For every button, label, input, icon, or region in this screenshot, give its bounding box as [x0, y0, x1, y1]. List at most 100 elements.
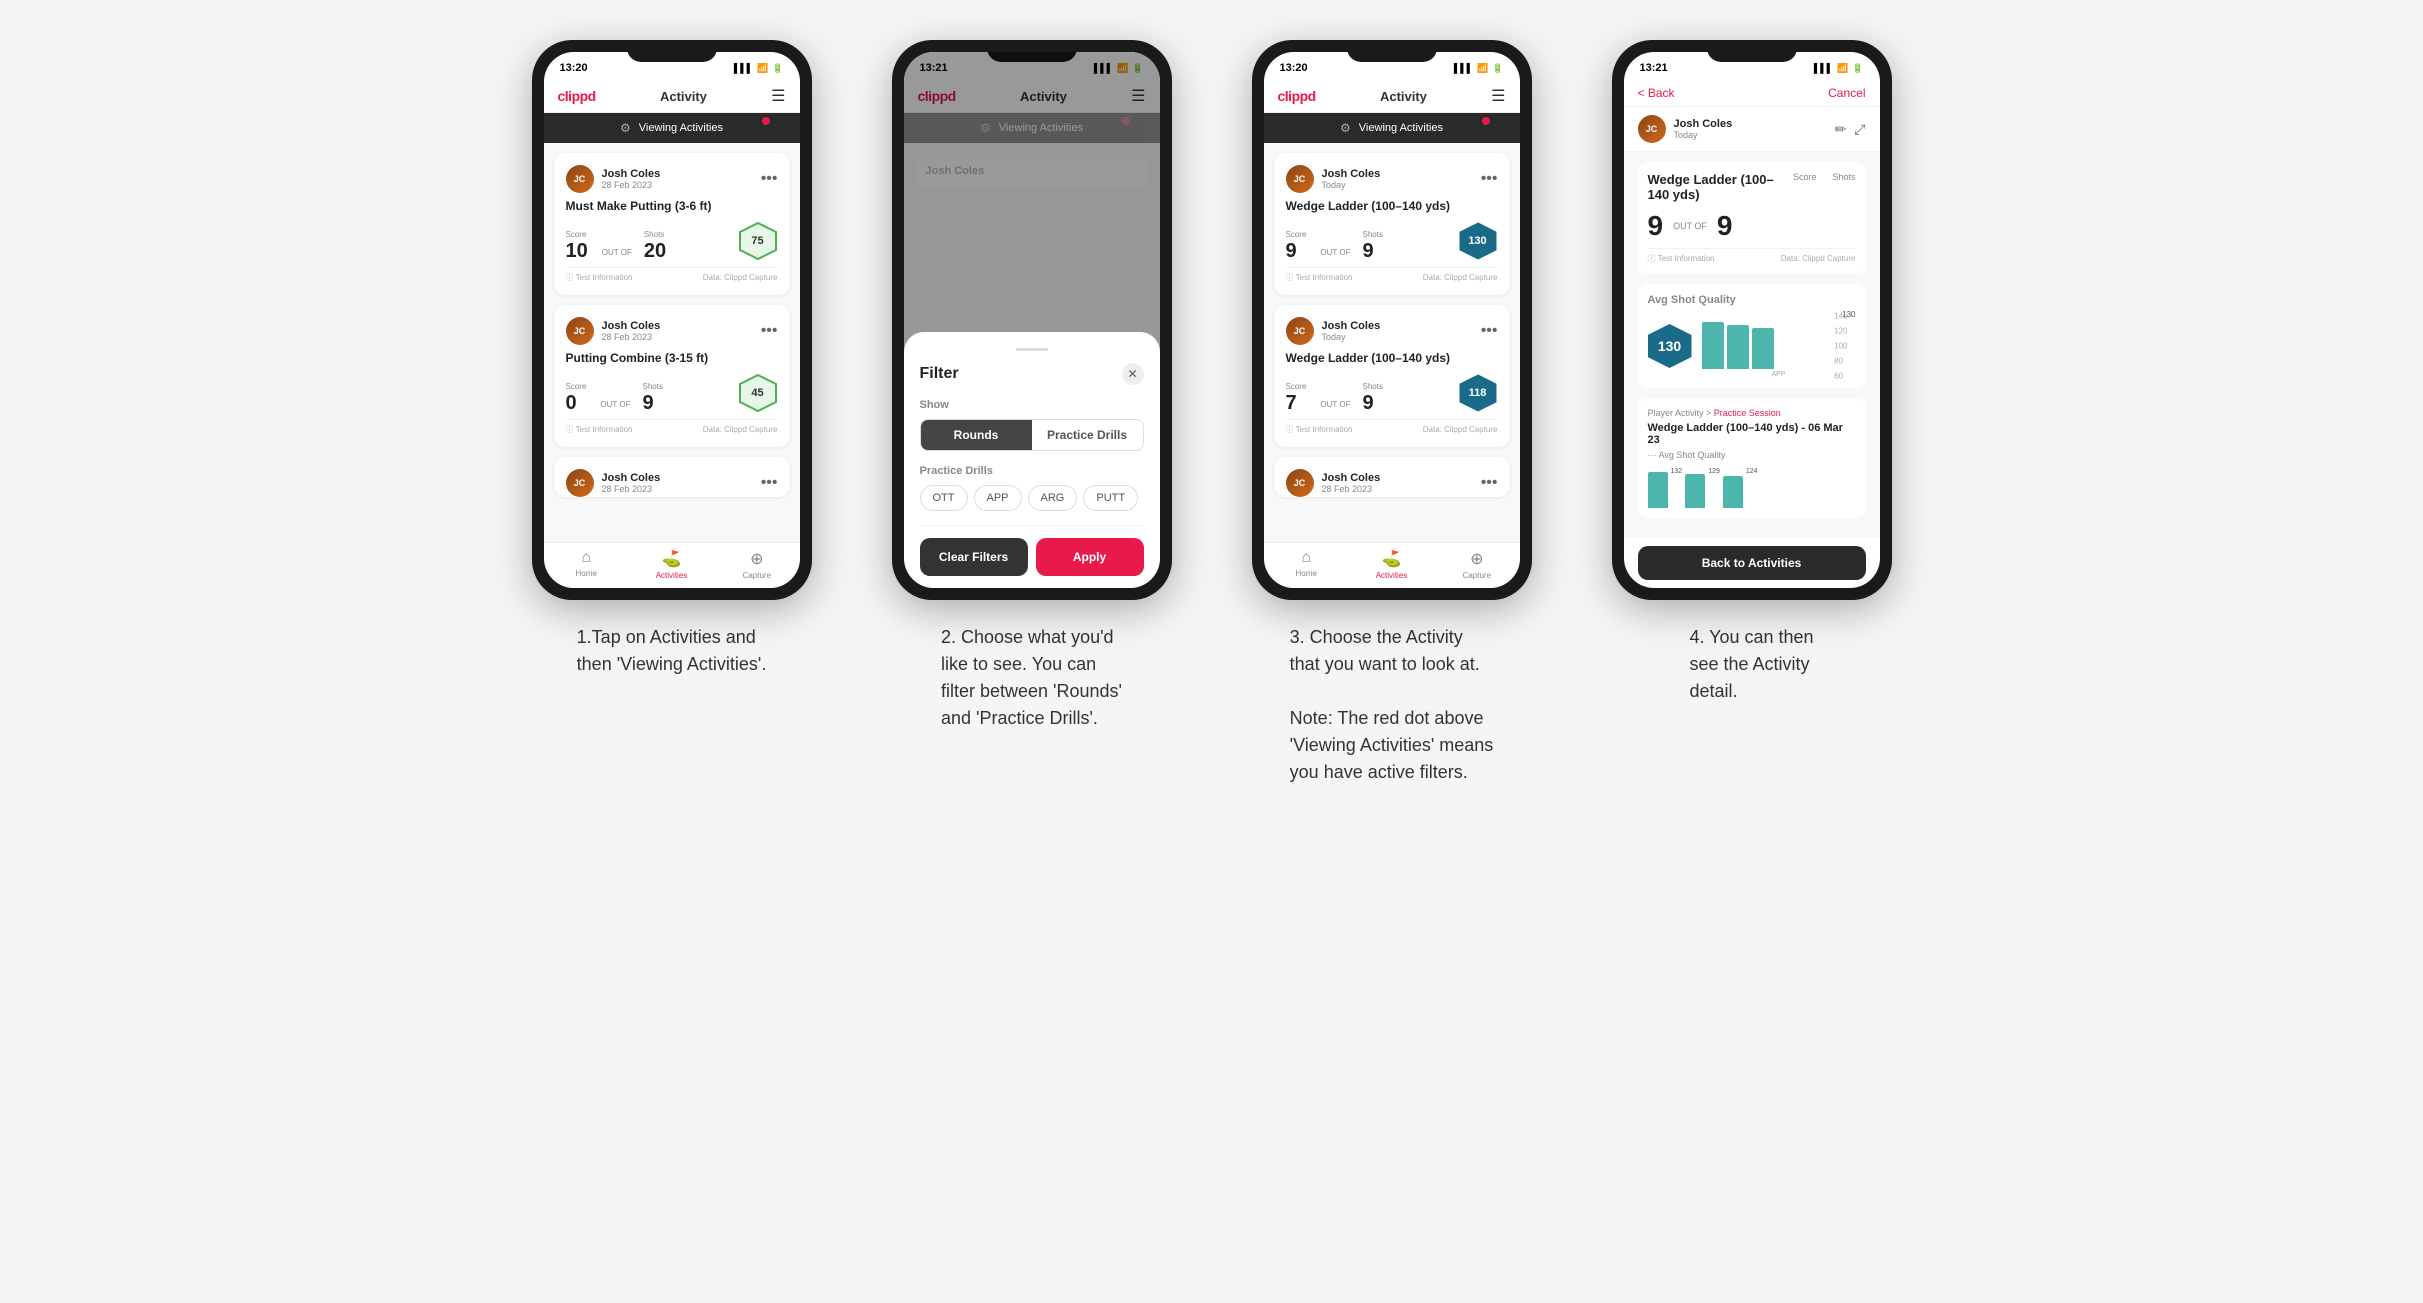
rounds-btn[interactable]: Rounds	[921, 420, 1032, 450]
activity-card-3-1[interactable]: JC Josh Coles Today ••• Wedge Ladder (10…	[1274, 153, 1510, 295]
status-icons-3: ▌▌▌ 📶 🔋	[1454, 63, 1504, 74]
y-label-140: 140	[1834, 312, 1847, 321]
activity-title-1-1: Must Make Putting (3-6 ft)	[566, 199, 778, 213]
phone-notch-3	[1347, 40, 1437, 62]
detail-score-row-4: 9 OUT OF 9	[1648, 210, 1856, 242]
mini-bar-2-4	[1685, 474, 1705, 508]
app-logo-3: clippd	[1278, 88, 1316, 104]
footer-left-1-1: ⓘ Test Information	[566, 272, 633, 283]
shot-quality-1-1: 75	[738, 221, 778, 261]
menu-icon-3[interactable]: ☰	[1491, 86, 1505, 106]
mini-bar-3-4	[1723, 476, 1743, 508]
avatar-name-3-1: JC Josh Coles Today	[1286, 165, 1381, 193]
practice-drills-btn[interactable]: Practice Drills	[1032, 420, 1143, 450]
description-2: 2. Choose what you'dlike to see. You can…	[941, 624, 1122, 732]
user-date-3-2: Today	[1322, 332, 1381, 342]
detail-title-4: Wedge Ladder (100–140 yds)	[1648, 172, 1793, 202]
nav-capture-1[interactable]: ⊕ Capture	[714, 549, 799, 580]
activity-card-1-3[interactable]: JC Josh Coles 28 Feb 2023 •••	[554, 457, 790, 497]
modal-close-btn[interactable]: ✕	[1122, 363, 1144, 385]
nav-home-1[interactable]: ⌂ Home	[544, 549, 629, 580]
back-btn-4[interactable]: < Back	[1638, 86, 1675, 100]
detail-content-4[interactable]: Wedge Ladder (100–140 yds) Score Shots 9…	[1624, 152, 1880, 538]
nav-home-3[interactable]: ⌂ Home	[1264, 549, 1349, 580]
filter-bar-3[interactable]: ⚙ Viewing Activities	[1264, 113, 1520, 143]
filter-modal-overlay[interactable]: Filter ✕ Show Rounds Practice Drills Pra…	[904, 52, 1160, 588]
menu-icon-1[interactable]: ☰	[771, 86, 785, 106]
wifi-icon-4: 📶	[1837, 63, 1848, 74]
status-time-3: 13:20	[1280, 62, 1308, 74]
score-value-1-1: 10	[566, 241, 588, 261]
apply-btn[interactable]: Apply	[1036, 538, 1144, 576]
more-dots-3-2[interactable]: •••	[1481, 322, 1498, 340]
score-label-3-1: Score	[1286, 230, 1307, 239]
chip-ott[interactable]: OTT	[920, 485, 968, 511]
capture-icon-1: ⊕	[750, 549, 763, 569]
score-header-4: Wedge Ladder (100–140 yds) Score Shots	[1648, 172, 1856, 202]
battery-icon-3: 🔋	[1492, 63, 1503, 74]
activity-card-3-3[interactable]: JC Josh Coles 28 Feb 2023 •••	[1274, 457, 1510, 497]
chart-area-4: Avg Shot Quality 130 130	[1638, 284, 1866, 388]
chip-arg[interactable]: ARG	[1028, 485, 1078, 511]
card-footer-1-1: ⓘ Test Information Data: Clippd Capture	[566, 267, 778, 283]
clear-filters-btn[interactable]: Clear Filters	[920, 538, 1028, 576]
activity-card-3-2[interactable]: JC Josh Coles Today ••• Wedge Ladder (10…	[1274, 305, 1510, 447]
outof-1-2: OUT OF	[600, 400, 630, 409]
nav-activities-1[interactable]: ⛳ Activities	[629, 549, 714, 580]
nav-bar-3: clippd Activity ☰	[1264, 80, 1520, 113]
user-date-1-2: 28 Feb 2023	[602, 332, 661, 342]
content-area-3[interactable]: JC Josh Coles Today ••• Wedge Ladder (10…	[1264, 143, 1520, 542]
chart-hex-4: 130	[1648, 324, 1692, 368]
chart-container-wrapper-4: 130 APP 140	[1702, 314, 1856, 378]
description-1: 1.Tap on Activities andthen 'Viewing Act…	[577, 624, 767, 678]
expand-icon-4[interactable]: ⤢	[1854, 121, 1865, 138]
footer-right-3-2: Data: Clippd Capture	[1423, 425, 1498, 434]
more-dots-1-2[interactable]: •••	[761, 322, 778, 340]
content-area-1[interactable]: JC Josh Coles 28 Feb 2023 ••• Must Make …	[544, 143, 800, 542]
bottom-nav-1: ⌂ Home ⛳ Activities ⊕ Capture	[544, 542, 800, 588]
filter-bar-1[interactable]: ⚙ Viewing Activities	[544, 113, 800, 143]
footer-left-3-1: ⓘ Test Information	[1286, 272, 1353, 283]
stat-score-3-1: Score 9	[1286, 230, 1307, 261]
activities-label-1: Activities	[656, 571, 688, 580]
nav-title-1: Activity	[660, 89, 707, 104]
outof-3-1: OUT OF	[1320, 248, 1350, 257]
shots-value-3-2: 9	[1362, 393, 1382, 413]
cancel-btn-4[interactable]: Cancel	[1828, 86, 1865, 100]
activity-title-3-1: Wedge Ladder (100–140 yds)	[1286, 199, 1498, 213]
shots-col-label-4: Shots	[1832, 172, 1855, 182]
user-name-3-3: Josh Coles	[1322, 472, 1381, 484]
activity-card-1-1[interactable]: JC Josh Coles 28 Feb 2023 ••• Must Make …	[554, 153, 790, 295]
score-label-3-2: Score	[1286, 382, 1307, 391]
stats-row-3-1: Score 9 OUT OF Shots 9	[1286, 221, 1498, 261]
chip-app[interactable]: APP	[974, 485, 1022, 511]
shots-value-1-1: 20	[644, 241, 666, 261]
more-dots-3-1[interactable]: •••	[1481, 170, 1498, 188]
more-dots-1-3[interactable]: •••	[761, 474, 778, 492]
page-container: 13:20 ▌▌▌ 📶 🔋 clippd Activity ☰ ⚙ Vi	[512, 40, 1912, 786]
avatar-name-1-3: JC Josh Coles 28 Feb 2023	[566, 469, 661, 497]
edit-icon-4[interactable]: ✏	[1835, 121, 1847, 138]
detail-title-wrapper-4: Wedge Ladder (100–140 yds)	[1648, 172, 1793, 202]
more-dots-1-1[interactable]: •••	[761, 170, 778, 188]
user-info-3-3: Josh Coles 28 Feb 2023	[1322, 472, 1381, 494]
back-activities-btn-4[interactable]: Back to Activities	[1638, 546, 1866, 580]
user-name-1-2: Josh Coles	[602, 320, 661, 332]
home-icon-1: ⌂	[581, 549, 591, 567]
user-name-1-1: Josh Coles	[602, 168, 661, 180]
more-dots-3-3[interactable]: •••	[1481, 474, 1498, 492]
nav-activities-3[interactable]: ⛳ Activities	[1349, 549, 1434, 580]
signal-icon-1: ▌▌▌	[734, 63, 753, 73]
activities-icon-1: ⛳	[662, 549, 682, 569]
activity-card-1-2[interactable]: JC Josh Coles 28 Feb 2023 ••• Putting Co…	[554, 305, 790, 447]
user-name-3-2: Josh Coles	[1322, 320, 1381, 332]
detail-user-name-4: Josh Coles	[1674, 118, 1733, 130]
battery-icon-1: 🔋	[772, 63, 783, 74]
detail-avatar-4: JC	[1638, 115, 1666, 143]
column-4: 13:21 ▌▌▌ 📶 🔋 < Back Cancel JC	[1592, 40, 1912, 705]
shots-label-3-1: Shots	[1362, 230, 1382, 239]
show-label: Show	[920, 399, 1144, 411]
nav-capture-3[interactable]: ⊕ Capture	[1434, 549, 1519, 580]
chip-putt[interactable]: PUTT	[1083, 485, 1138, 511]
filter-icon-1: ⚙	[620, 121, 631, 135]
